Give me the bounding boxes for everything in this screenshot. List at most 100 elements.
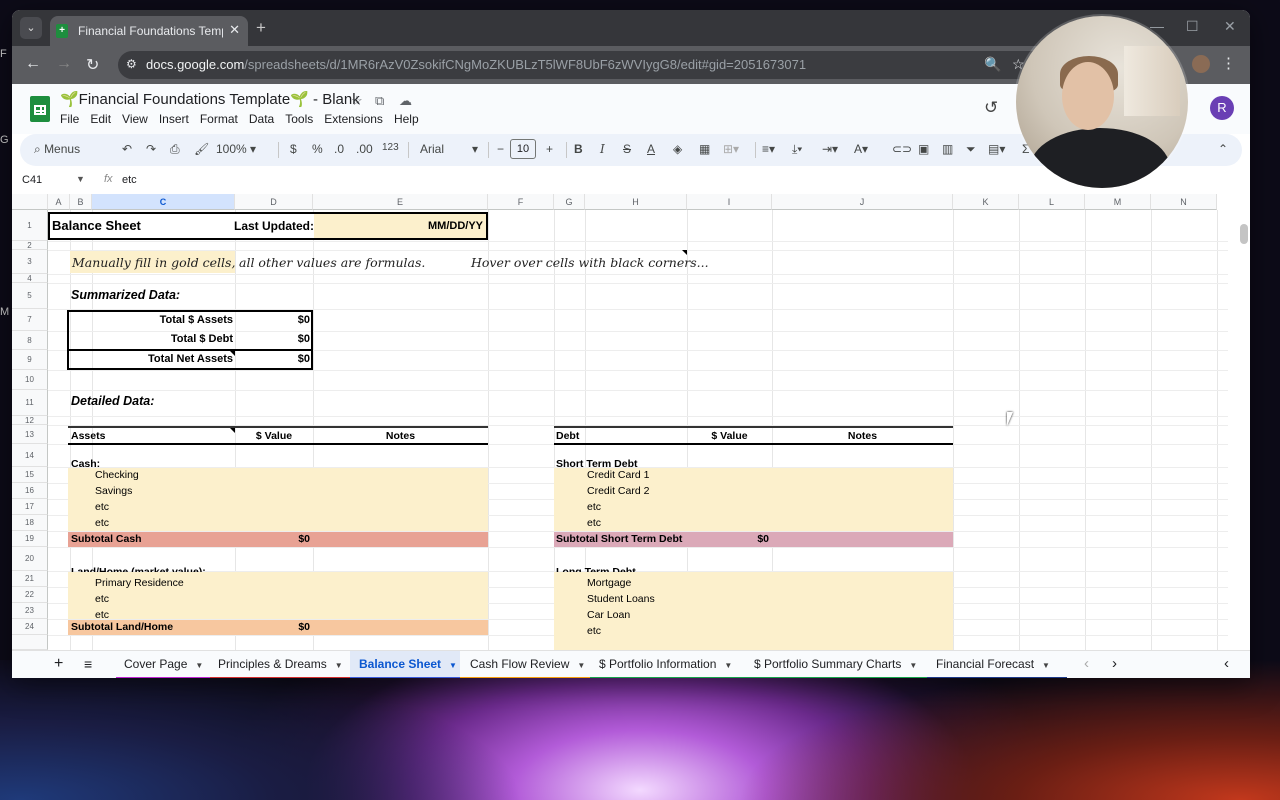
total-assets-label[interactable]: Total $ Assets: [92, 314, 233, 326]
sheets-logo-icon[interactable]: [30, 96, 50, 122]
sheet-tab-financial-forecast[interactable]: Financial Forecast ▼: [927, 651, 1067, 678]
debt-item-credit-card-1[interactable]: Credit Card 1: [587, 469, 649, 481]
debt-item-car-loan[interactable]: Car Loan: [587, 609, 630, 621]
row-header[interactable]: 23: [12, 603, 48, 619]
filter-icon[interactable]: ⏷: [966, 142, 976, 157]
row-header[interactable]: 11: [12, 390, 48, 416]
new-tab-button[interactable]: +: [256, 18, 266, 38]
forward-icon[interactable]: →: [56, 55, 72, 73]
total-debt-value[interactable]: $0: [236, 333, 310, 345]
column-header[interactable]: A: [48, 194, 70, 210]
row-header[interactable]: 17: [12, 499, 48, 515]
row-header[interactable]: 2: [12, 241, 48, 250]
column-header[interactable]: N: [1151, 194, 1217, 210]
debt-item-credit-card-2[interactable]: Credit Card 2: [587, 485, 649, 497]
text-color-button[interactable]: A: [647, 142, 655, 156]
column-header[interactable]: F: [488, 194, 554, 210]
merge-cells-icon[interactable]: ⊞▾: [723, 142, 739, 156]
row-header[interactable]: 20: [12, 547, 48, 571]
sheet-title[interactable]: Balance Sheet: [52, 218, 141, 233]
last-updated-label[interactable]: Last Updated:: [234, 219, 314, 233]
collapse-toolbar-icon[interactable]: ⌃: [1218, 142, 1228, 156]
menu-view[interactable]: View: [122, 112, 148, 126]
address-bar[interactable]: ⚙ docs.google.com/spreadsheets/d/1MR6rAz…: [118, 51, 1168, 79]
column-header[interactable]: K: [953, 194, 1019, 210]
land-item-etc[interactable]: etc: [95, 593, 109, 605]
back-icon[interactable]: ←: [25, 55, 41, 73]
subtotal-cash-value[interactable]: $0: [235, 533, 310, 545]
number-format-button[interactable]: 123: [382, 142, 399, 153]
explore-collapse-icon[interactable]: ‹: [1224, 651, 1229, 678]
strikethrough-button[interactable]: S: [623, 142, 631, 156]
row-header[interactable]: 22: [12, 587, 48, 603]
insert-chart-icon[interactable]: ▥: [942, 142, 953, 156]
last-updated-input[interactable]: MM/DD/YY: [314, 214, 486, 238]
menu-insert[interactable]: Insert: [159, 112, 189, 126]
increase-decimal-button[interactable]: .00: [356, 142, 373, 156]
document-title[interactable]: 🌱Financial Foundations Template🌱 - Blank: [60, 90, 360, 108]
insert-comment-icon[interactable]: ▣: [918, 142, 929, 156]
vertical-align-icon[interactable]: ⤓▾: [792, 142, 802, 157]
debt-item-student-loans[interactable]: Student Loans: [587, 593, 655, 605]
row-header[interactable]: 3: [12, 250, 48, 274]
debt-item-mortgage[interactable]: Mortgage: [587, 577, 631, 589]
row-header[interactable]: 19: [12, 531, 48, 547]
horizontal-align-icon[interactable]: ≡▾: [762, 142, 775, 156]
vertical-scrollbar[interactable]: [1240, 224, 1248, 244]
browser-tab[interactable]: + Financial Foundations Templ ✕: [50, 16, 248, 46]
hover-note[interactable]: Hover over cells with black corners...: [471, 255, 709, 270]
row-header[interactable]: [12, 635, 48, 650]
scroll-tabs-right-icon[interactable]: ›: [1112, 651, 1117, 678]
total-debt-label[interactable]: Total $ Debt: [92, 333, 233, 345]
font-size-decrease-button[interactable]: −: [497, 142, 504, 156]
cash-item-savings[interactable]: Savings: [95, 485, 132, 497]
row-header[interactable]: 13: [12, 425, 48, 444]
total-assets-value[interactable]: $0: [236, 314, 310, 326]
decrease-decimal-button[interactable]: .0: [334, 142, 344, 156]
subtotal-cash-label[interactable]: Subtotal Cash: [71, 533, 142, 545]
row-header[interactable]: 4: [12, 274, 48, 283]
row-header[interactable]: 9: [12, 350, 48, 370]
sheet-tab-principles-dreams[interactable]: Principles & Dreams ▼: [210, 651, 350, 678]
column-header[interactable]: B: [70, 194, 92, 210]
window-close-icon[interactable]: ✕: [1224, 18, 1236, 35]
font-size-input[interactable]: 10: [510, 139, 536, 159]
paint-format-icon[interactable]: 🖌: [194, 142, 209, 156]
row-header[interactable]: 21: [12, 571, 48, 587]
detailed-heading[interactable]: Detailed Data:: [71, 394, 154, 408]
column-header[interactable]: C: [92, 194, 235, 210]
currency-button[interactable]: $: [290, 142, 297, 156]
subtotal-short-term-value[interactable]: $0: [687, 533, 769, 545]
scroll-tabs-left-icon[interactable]: ‹: [1084, 651, 1089, 678]
assets-notes-header[interactable]: Notes: [313, 430, 488, 442]
cash-item-etc[interactable]: etc: [95, 501, 109, 513]
font-size-increase-button[interactable]: +: [546, 142, 553, 156]
move-folder-icon[interactable]: ⧉: [375, 93, 384, 109]
text-rotation-icon[interactable]: A▾: [854, 142, 868, 156]
maximize-icon[interactable]: ☐: [1186, 18, 1199, 35]
debt-item-etc[interactable]: etc: [587, 517, 601, 529]
font-select[interactable]: Arial ▾: [420, 142, 478, 156]
sheet-tab-portfolio-information[interactable]: $ Portfolio Information ▼: [590, 651, 745, 678]
chevron-down-icon[interactable]: ▼: [76, 174, 85, 184]
debt-item-etc[interactable]: etc: [587, 625, 601, 637]
row-header[interactable]: 12: [12, 416, 48, 425]
column-header[interactable]: J: [772, 194, 953, 210]
debt-header[interactable]: Debt: [556, 430, 579, 442]
row-header[interactable]: 7: [12, 309, 48, 331]
row-header[interactable]: 5: [12, 283, 48, 309]
all-sheets-button[interactable]: ≡: [84, 651, 92, 678]
sheet-tab-cash-flow-review[interactable]: Cash Flow Review ▼: [460, 651, 590, 678]
star-icon[interactable]: ☆: [351, 93, 363, 109]
undo-icon[interactable]: ↶: [122, 142, 132, 156]
debt-notes-header[interactable]: Notes: [772, 430, 953, 442]
total-net-assets-value[interactable]: $0: [236, 353, 310, 365]
formula-input[interactable]: etc: [122, 174, 137, 186]
more-options-icon[interactable]: ⋮: [1221, 54, 1236, 72]
zoom-icon[interactable]: 🔍: [984, 56, 1001, 73]
menu-help[interactable]: Help: [394, 112, 419, 126]
row-header[interactable]: 10: [12, 370, 48, 390]
sheet-tab-balance-sheet[interactable]: Balance Sheet ▼: [350, 651, 460, 678]
select-all-corner[interactable]: [12, 194, 48, 210]
print-icon[interactable]: ⎙: [170, 142, 180, 157]
